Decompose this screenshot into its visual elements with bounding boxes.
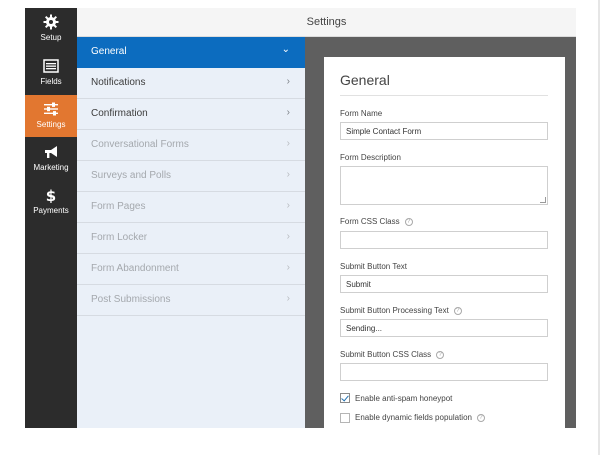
dynamic-fields-checkbox[interactable] — [340, 413, 350, 423]
chevron-right-icon: › — [286, 169, 290, 180]
honeypot-checkbox[interactable] — [340, 393, 350, 403]
panel-item-label: Surveys and Polls — [91, 170, 172, 181]
form-description-label: Form Description — [340, 153, 401, 162]
panel-item-general[interactable]: General ⌄ — [77, 37, 305, 68]
panel-item-label: Confirmation — [91, 108, 148, 119]
dynamic-fields-label-wrap: Enable dynamic fields population? — [355, 413, 485, 422]
section-divider — [340, 95, 548, 96]
chevron-right-icon: › — [286, 200, 290, 211]
resize-handle-icon[interactable] — [540, 197, 546, 203]
list-icon — [43, 59, 59, 73]
help-icon[interactable]: ? — [404, 217, 413, 226]
form-css-class-label-text: Form CSS Class — [340, 217, 400, 226]
honeypot-label: Enable anti-spam honeypot — [355, 394, 453, 403]
chevron-right-icon: › — [286, 107, 290, 118]
panel-item-form-locker[interactable]: Form Locker › — [77, 223, 305, 254]
chevron-right-icon: › — [286, 262, 290, 273]
panel-item-post-submissions[interactable]: Post Submissions › — [77, 285, 305, 316]
nav-item-settings[interactable]: Settings — [25, 95, 77, 137]
submit-processing-label: Submit Button Processing Text? — [340, 306, 462, 315]
panel-item-notifications[interactable]: Notifications › — [77, 68, 305, 99]
submit-css-class-label: Submit Button CSS Class? — [340, 350, 445, 359]
nav-label-setup: Setup — [40, 33, 62, 42]
nav-item-payments[interactable]: $ Payments — [25, 181, 77, 223]
nav-label-payments: Payments — [33, 206, 69, 215]
chevron-right-icon: › — [286, 138, 290, 149]
gear-icon — [43, 14, 59, 30]
megaphone-icon — [45, 146, 57, 158]
submit-processing-input[interactable] — [340, 319, 548, 337]
form-name-input[interactable] — [340, 122, 548, 140]
panel-item-label: Form Abandonment — [91, 263, 179, 274]
nav-item-setup[interactable]: Setup — [25, 8, 77, 50]
panel-item-label: Form Pages — [91, 201, 146, 212]
form-description-textarea[interactable] — [340, 166, 548, 205]
general-settings-card: General Form Name Form Description Form … — [324, 57, 565, 428]
submit-text-label: Submit Button Text — [340, 262, 407, 271]
panel-item-conversational-forms[interactable]: Conversational Forms › — [77, 130, 305, 161]
submit-css-class-input[interactable] — [340, 363, 548, 381]
nav-label-settings: Settings — [36, 120, 66, 129]
nav-label-fields: Fields — [40, 77, 62, 86]
help-icon[interactable]: ? — [476, 413, 485, 422]
dollar-icon: $ — [46, 187, 56, 203]
chevron-down-icon: ⌄ — [281, 44, 290, 55]
nav-item-fields[interactable]: Fields — [25, 52, 77, 94]
panel-item-label: General — [91, 46, 127, 57]
submit-processing-label-text: Submit Button Processing Text — [340, 306, 449, 315]
help-icon[interactable]: ? — [453, 306, 462, 315]
chevron-right-icon: › — [286, 76, 290, 87]
window-edge — [598, 0, 600, 455]
page-title: Settings — [306, 16, 347, 28]
settings-header: Settings — [77, 8, 576, 37]
panel-item-form-pages[interactable]: Form Pages › — [77, 192, 305, 223]
chevron-right-icon: › — [286, 293, 290, 304]
nav-item-marketing[interactable]: Marketing — [25, 138, 77, 180]
submit-text-input[interactable] — [340, 275, 548, 293]
builder-sidebar: Setup Fields Settings Marketing $ Paymen… — [25, 8, 77, 428]
section-title: General — [340, 72, 390, 88]
settings-sections-panel: General ⌄ Notifications › Confirmation ›… — [77, 37, 305, 428]
submit-css-class-label-text: Submit Button CSS Class — [340, 350, 432, 359]
panel-item-label: Post Submissions — [91, 294, 171, 305]
form-css-class-label: Form CSS Class? — [340, 217, 413, 226]
panel-item-surveys-and-polls[interactable]: Surveys and Polls › — [77, 161, 305, 192]
nav-label-marketing: Marketing — [33, 163, 69, 172]
chevron-right-icon: › — [286, 231, 290, 242]
form-name-label: Form Name — [340, 109, 383, 118]
dynamic-fields-label: Enable dynamic fields population — [355, 413, 472, 422]
sliders-icon — [44, 102, 58, 116]
form-css-class-input[interactable] — [340, 231, 548, 249]
svg-text:$: $ — [46, 187, 56, 203]
panel-item-label: Conversational Forms — [91, 139, 189, 150]
panel-item-label: Form Locker — [91, 232, 148, 243]
help-icon[interactable]: ? — [436, 350, 445, 359]
panel-item-form-abandonment[interactable]: Form Abandonment › — [77, 254, 305, 285]
panel-item-confirmation[interactable]: Confirmation › — [77, 99, 305, 130]
panel-item-label: Notifications — [91, 77, 146, 88]
